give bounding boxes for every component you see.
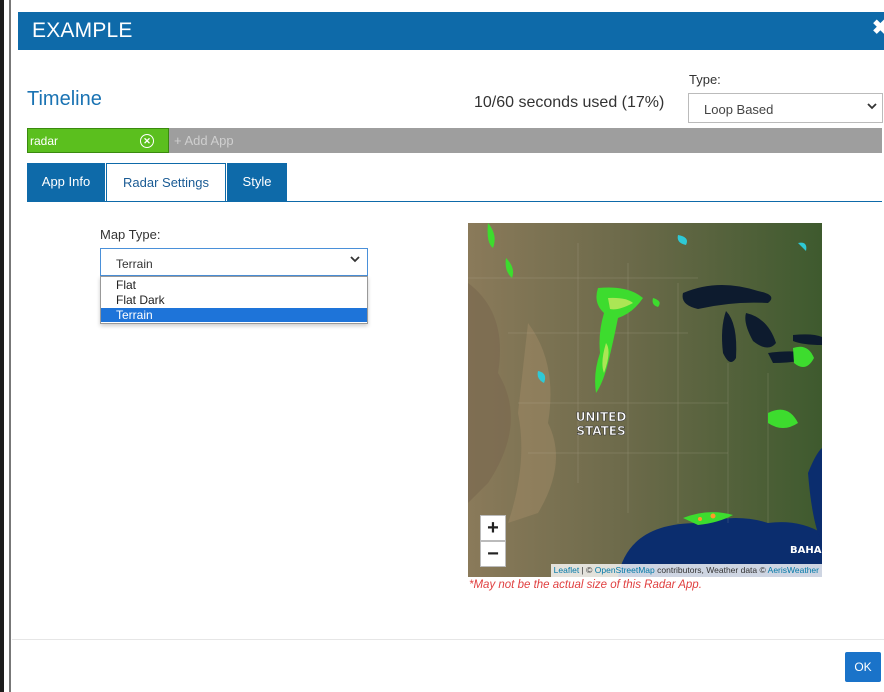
type-select-value: Loop Based (704, 102, 774, 117)
attribution-sep: | © (579, 565, 595, 575)
tabs-divider (27, 201, 882, 202)
map-imagery: UNITED STATES BAHA (468, 223, 822, 577)
close-icon[interactable]: ✖ (872, 15, 884, 40)
app-chip-label: radar (30, 134, 59, 148)
zoom-out-button[interactable]: − (480, 541, 506, 567)
map-edge-label: BAHA (790, 545, 822, 556)
footer-divider (12, 639, 884, 640)
map-type-label: Map Type: (100, 227, 161, 242)
map-place-label: STATES (576, 424, 625, 438)
timeline-title: Timeline (27, 88, 102, 110)
size-disclaimer: *May not be the actual size of this Rada… (469, 579, 702, 591)
modal-title: EXAMPLE (32, 19, 133, 42)
tab-app-info[interactable]: App Info (27, 163, 105, 201)
map-attribution: Leaflet | © OpenStreetMap contributors, … (550, 564, 822, 577)
dropdown-option-flat[interactable]: Flat (101, 278, 367, 292)
aeris-link[interactable]: AerisWeather (768, 565, 819, 575)
usage-text: 10/60 seconds used (17%) (474, 94, 665, 111)
type-select[interactable]: Loop Based (688, 93, 883, 123)
map-type-value: Terrain (116, 257, 153, 271)
tab-radar-settings[interactable]: Radar Settings (106, 163, 226, 202)
dropdown-option-flat-dark[interactable]: Flat Dark (101, 293, 367, 307)
radar-map[interactable]: UNITED STATES BAHA + − Leaflet | © OpenS… (468, 223, 822, 577)
map-type-dropdown: Flat Flat Dark Terrain (100, 276, 368, 324)
chevron-down-icon (349, 253, 361, 268)
type-label: Type: (689, 72, 721, 87)
tab-style[interactable]: Style (227, 163, 287, 201)
attribution-mid: contributors, Weather data © (654, 565, 768, 575)
app-chip-radar[interactable]: radar ✕ (27, 128, 169, 153)
window-edge (0, 0, 4, 692)
dropdown-option-terrain[interactable]: Terrain (101, 308, 367, 322)
circle-x-icon[interactable]: ✕ (140, 134, 154, 148)
leaflet-link[interactable]: Leaflet (554, 565, 580, 575)
map-place-label: UNITED (576, 410, 627, 424)
osm-link[interactable]: OpenStreetMap (595, 565, 655, 575)
chevron-down-icon (866, 99, 878, 115)
app-bar: radar ✕ + Add App (27, 128, 882, 153)
zoom-in-button[interactable]: + (480, 515, 506, 541)
modal-header: EXAMPLE ✖ (18, 12, 884, 50)
ok-button[interactable]: OK (845, 652, 881, 682)
map-type-select[interactable]: Terrain (100, 248, 368, 276)
window-edge-inner (9, 0, 11, 692)
add-app-button[interactable]: + Add App (174, 133, 234, 148)
